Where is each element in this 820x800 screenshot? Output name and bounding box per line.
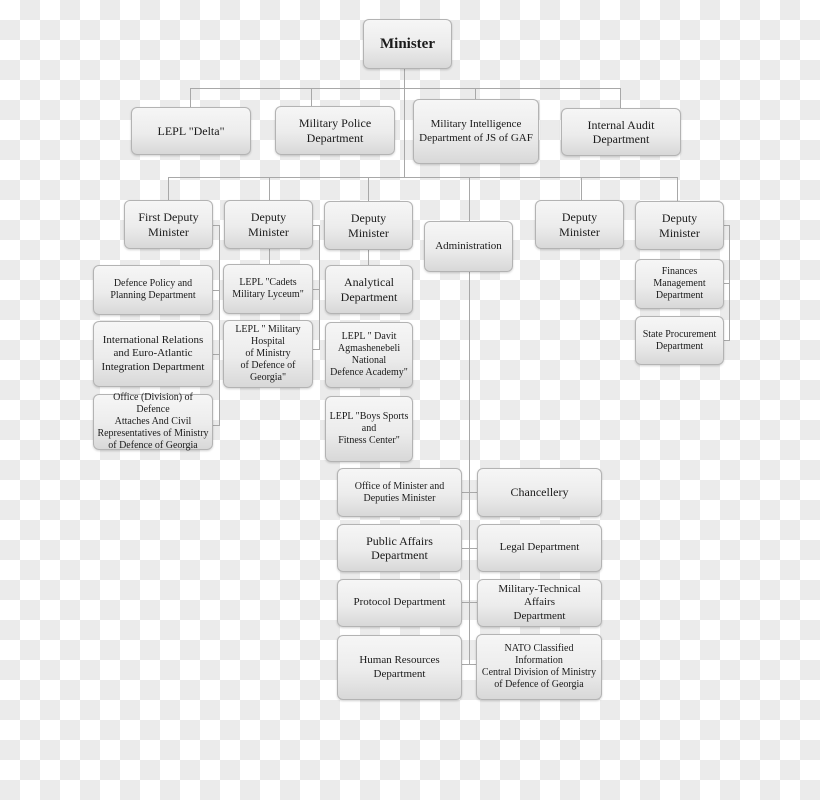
node-public-affairs[interactable]: Public Affairs Department bbox=[337, 524, 462, 572]
node-lepl-boys-sports[interactable]: LEPL "Boys Sports and Fitness Center" bbox=[325, 396, 413, 462]
connector-deputy-bus bbox=[168, 177, 678, 178]
tick-procurement bbox=[723, 340, 730, 341]
connector-internal-audit bbox=[620, 88, 621, 108]
node-chancellery[interactable]: Chancellery bbox=[477, 468, 602, 517]
stem-deputy-3 bbox=[368, 250, 369, 265]
node-defence-policy[interactable]: Defence Policy and Planning Department bbox=[93, 265, 213, 315]
tick-international-relations bbox=[212, 354, 220, 355]
node-analytical-department[interactable]: Analytical Department bbox=[325, 265, 413, 314]
node-lepl-military-hospital[interactable]: LEPL " Military Hospital of Ministry of … bbox=[223, 320, 313, 388]
tick-hospital bbox=[313, 349, 320, 350]
connector-minister-stem bbox=[404, 69, 405, 178]
tick-deputy-5 bbox=[723, 225, 730, 226]
node-administration[interactable]: Administration bbox=[424, 221, 513, 272]
connector-military-intelligence bbox=[475, 88, 476, 99]
node-deputy-minister-2[interactable]: Deputy Minister bbox=[224, 200, 313, 249]
connector-deputy-4 bbox=[581, 177, 582, 200]
node-human-resources[interactable]: Human Resources Department bbox=[337, 635, 462, 700]
connector-military-police bbox=[311, 88, 312, 106]
node-state-procurement[interactable]: State Procurement Department bbox=[635, 316, 724, 365]
spine-administration bbox=[469, 272, 470, 664]
connector-administration bbox=[469, 177, 470, 221]
node-deputy-minister-4[interactable]: Deputy Minister bbox=[535, 200, 624, 249]
node-military-intelligence[interactable]: Military Intelligence Department of JS o… bbox=[413, 99, 539, 164]
bracket-deputy-2 bbox=[319, 225, 320, 349]
node-office-of-minister[interactable]: Office of Minister and Deputies Minister bbox=[337, 468, 462, 517]
node-legal-department[interactable]: Legal Department bbox=[477, 524, 602, 572]
tick-first-deputy bbox=[213, 225, 220, 226]
node-finances-management[interactable]: Finances Management Department bbox=[635, 259, 724, 309]
node-lepl-delta[interactable]: LEPL "Delta" bbox=[131, 107, 251, 155]
tick-cadets bbox=[313, 289, 320, 290]
tick-row-4 bbox=[462, 664, 477, 665]
node-minister[interactable]: Minister bbox=[363, 19, 452, 69]
tick-finances bbox=[723, 283, 730, 284]
node-international-relations[interactable]: International Relations and Euro-Atlanti… bbox=[93, 321, 213, 387]
node-first-deputy-minister[interactable]: First Deputy Minister bbox=[124, 200, 213, 249]
connector-deputy-2 bbox=[269, 177, 270, 200]
tick-row-1 bbox=[462, 492, 477, 493]
bracket-first-deputy bbox=[219, 225, 220, 425]
connector-first-deputy bbox=[168, 177, 169, 200]
connector-direct-bus bbox=[190, 88, 621, 89]
node-lepl-defence-academy[interactable]: LEPL " Davit Agmashenebeli National Defe… bbox=[325, 322, 413, 388]
tick-row-3 bbox=[462, 602, 477, 603]
stem-deputy-2 bbox=[269, 249, 270, 264]
node-office-defence-attaches[interactable]: Office (Division) of Defence Attaches An… bbox=[93, 392, 213, 451]
connector-deputy-3 bbox=[368, 177, 369, 201]
node-lepl-cadets-lyceum[interactable]: LEPL "Cadets Military Lyceum" bbox=[223, 264, 313, 314]
connector-delta bbox=[190, 88, 191, 107]
node-military-technical-affairs[interactable]: Military-Technical Affairs Department bbox=[477, 579, 602, 627]
node-nato-classified-information[interactable]: NATO Classified Information Central Divi… bbox=[476, 634, 602, 700]
connector-deputy-5 bbox=[677, 177, 678, 201]
tick-office-attaches bbox=[212, 425, 220, 426]
tick-defence-policy bbox=[212, 290, 220, 291]
node-internal-audit[interactable]: Internal Audit Department bbox=[561, 108, 681, 156]
tick-deputy-2 bbox=[313, 225, 320, 226]
node-deputy-minister-5[interactable]: Deputy Minister bbox=[635, 201, 724, 250]
node-protocol-department[interactable]: Protocol Department bbox=[337, 579, 462, 627]
node-military-police[interactable]: Military Police Department bbox=[275, 106, 395, 155]
tick-row-2 bbox=[462, 548, 477, 549]
node-deputy-minister-3[interactable]: Deputy Minister bbox=[324, 201, 413, 250]
